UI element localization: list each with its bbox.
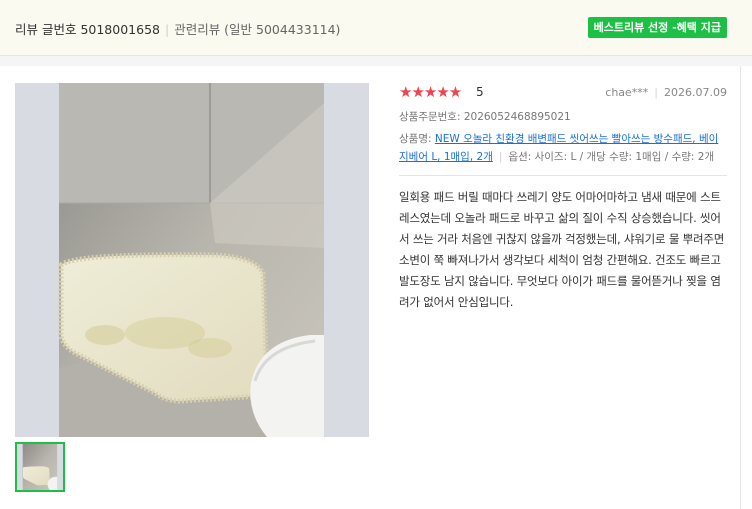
- author-name: chae***: [605, 86, 649, 99]
- divider: |: [498, 151, 503, 163]
- review-date: 2026.07.09: [664, 86, 727, 99]
- star-rating-icon: ★★★★★: [399, 83, 462, 101]
- rating-value: 5: [476, 85, 484, 99]
- review-body: 일회용 패드 버릴 때마다 쓰레기 양도 어마어마하고 냄새 때문에 스트레스였…: [399, 190, 725, 309]
- photo-image: [15, 83, 369, 437]
- product-line: 상품명: NEW 오놀라 친환경 배변패드 씻어쓰는 빨아쓰는 방수패드, 베이…: [399, 130, 727, 166]
- review-info: ★★★★★ 5 chae*** | 2026.07.09 상품주문번호: 20260…: [399, 83, 727, 313]
- review-id-row: 리뷰 글번호 5018001658 | 관련리뷰 (일반 5004433114): [15, 19, 340, 38]
- divider: |: [164, 22, 170, 37]
- review-meta: chae*** | 2026.07.09: [605, 86, 727, 99]
- best-review-badge: 베스트리뷰 선정 -혜택 지급: [587, 17, 727, 38]
- product-option: 옵션: 사이즈: L / 개당 수량: 1매입 / 수량: 2개: [508, 151, 715, 163]
- content-divider: [399, 175, 727, 176]
- review-number: 리뷰 글번호 5018001658: [15, 22, 160, 37]
- panel-border: [740, 66, 741, 509]
- review-header: 리뷰 글번호 5018001658 | 관련리뷰 (일반 5004433114) 베…: [0, 0, 752, 56]
- photo-thumbnail[interactable]: [15, 442, 65, 492]
- section-gap: [0, 56, 752, 66]
- divider: |: [654, 86, 659, 99]
- related-reviews: 관련리뷰 (일반 5004433114): [174, 22, 341, 37]
- rating-row: ★★★★★ 5 chae*** | 2026.07.09: [399, 83, 727, 103]
- review-photo[interactable]: [15, 83, 369, 437]
- product-label: 상품명:: [399, 133, 435, 145]
- order-number: 상품주문번호: 2026052468895021: [399, 111, 571, 123]
- thumbnail-image: [17, 444, 63, 490]
